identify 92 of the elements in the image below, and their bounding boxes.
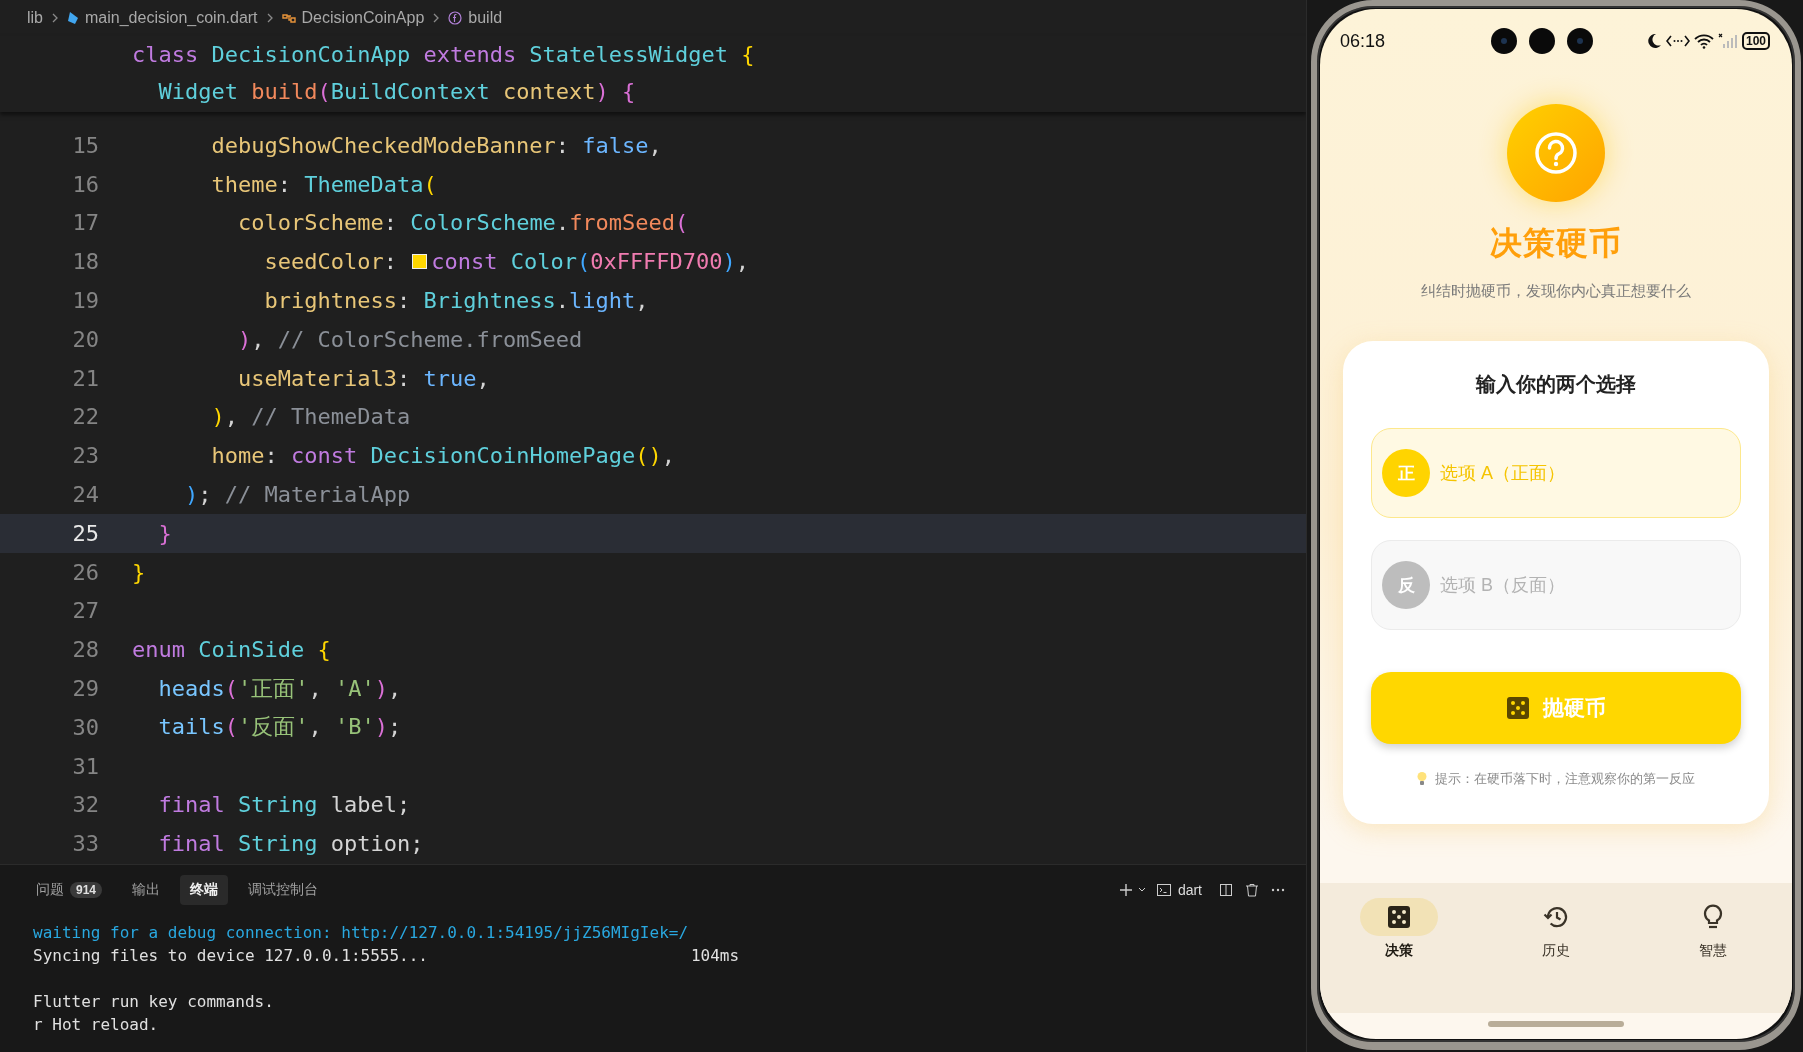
breadcrumb-item[interactable]: lib [27,9,43,27]
code-line: ); // MaterialApp [183,482,411,508]
line-number: 17 [71,210,100,236]
line-number: 18 [71,249,100,275]
code-line: } [132,559,146,585]
line-number: 25 [71,520,100,546]
breadcrumb-item[interactable]: build [468,9,503,27]
moon-icon [1646,33,1662,49]
nav-tab[interactable]: 决策 [1348,897,1449,1013]
code-line: } [157,520,172,546]
panel-tab[interactable]: 问题 914 [26,875,113,905]
code-line: brightness: Brightness.light, [263,288,649,314]
code-line: heads('正面', 'A'), [157,674,402,703]
line-number: 19 [71,288,100,314]
chevron-icon [51,13,59,23]
color-swatch-icon[interactable] [412,254,428,270]
history-icon [1543,905,1569,929]
breadcrumb-item[interactable]: DecisionCoinApp [301,9,425,27]
nav-tab[interactable]: 智慧 [1663,897,1764,1013]
terminal-line: Syncing files to device 127.0.0.1:5555... [33,946,428,967]
card-heading: 输入你的两个选择 [1474,372,1637,397]
status-time: 06:18 [1340,30,1387,52]
line-number: 22 [71,404,100,430]
code-line: tails('反面', 'B'); [157,713,402,742]
line-number: 28 [71,637,100,663]
code-line: ), // ThemeData [210,404,411,430]
terminal-icon [1155,882,1172,898]
line-number: 20 [71,326,100,352]
panel-tab[interactable]: 输出 [122,875,171,905]
caret-icon[interactable] [1137,886,1146,894]
side-badge: 正 [1382,449,1430,497]
app-subtitle: 纠结时抛硬币，发现你内心真正想要什么 [1421,282,1691,301]
hint-text: 提示：在硬币落下时，注意观察你的第一反应 [1435,770,1695,788]
code-line: home: const DecisionCoinHomePage(), [210,443,676,469]
app-title: 决策硬币 [1490,224,1622,263]
line-number: 30 [71,714,100,740]
line-number: 15 [71,132,100,158]
trash-icon[interactable] [1244,882,1260,898]
camera-icon [1566,27,1594,55]
line-number: 23 [71,443,100,469]
code-line: class DecisionCoinApp extends StatelessWidget { [132,42,755,67]
dice-icon [1386,905,1411,929]
dice-icon [1506,697,1529,719]
line-number: 27 [71,598,100,624]
code-line: theme: ThemeData( [210,171,437,197]
option-placeholder: 选项 B（反面） [1440,574,1566,597]
bulb-icon [1703,904,1724,930]
line-number: 26 [71,559,100,585]
function-icon [448,11,463,25]
line-number: 31 [71,753,100,779]
add-icon[interactable] [1117,882,1134,898]
code-line: debugShowCheckedModeBanner: false, [210,132,662,158]
code-line: seedColor: [263,249,398,275]
panel-tab[interactable]: 终端 [180,875,229,905]
code-line: ), // ColorScheme.fromSeed [236,326,583,352]
count-badge: 914 [70,882,103,898]
side-badge: 反 [1382,561,1430,609]
camera-icon [1528,27,1556,55]
battery-level: 100 [1741,32,1770,50]
terminal-line: r Hot reload. [33,1015,159,1036]
line-number: 21 [71,365,100,391]
signal-icon [1717,33,1738,49]
code-line: enum CoinSide { [132,637,331,663]
line-number: 32 [71,792,100,818]
line-number: 16 [71,171,100,197]
terminal-line: Flutter run key commands. [33,992,274,1013]
code-line: useMaterial3: true, [236,365,490,391]
nav-tab[interactable]: 历史 [1506,897,1606,1013]
code-line: final String label; [157,792,411,818]
panel-tab[interactable]: 调试控制台 [238,875,329,905]
terminal-line: waiting for a debug connection: http://127.0.0.1:54195/jjZ56MIgIek=/ [33,923,689,944]
option-placeholder: 选项 A（正面） [1440,462,1566,485]
class-icon [281,12,296,24]
terminal-time: 104ms [690,946,740,967]
help-icon [1507,104,1605,202]
split-icon[interactable] [1218,882,1234,898]
breadcrumb-item[interactable]: main_decision_coin.dart [85,9,258,27]
code-line: final String option; [157,831,424,857]
code-line: Widget build(BuildContext context) { [157,79,636,104]
chevron-icon [265,13,274,23]
chevron-icon [432,13,441,23]
line-number: 24 [71,482,100,508]
line-number: 33 [71,831,100,857]
wifi-icon [1693,33,1714,49]
bulb-icon [1417,771,1427,787]
file-icon [67,11,79,25]
code-line: colorScheme: ColorScheme.fromSeed( [236,210,689,236]
shell-name[interactable]: dart [1177,882,1202,898]
camera-icon [1490,27,1518,55]
line-number: 29 [71,676,100,702]
data-sync-icon [1665,34,1690,48]
code-line: const Color(0xFFFFD700), [431,249,750,275]
